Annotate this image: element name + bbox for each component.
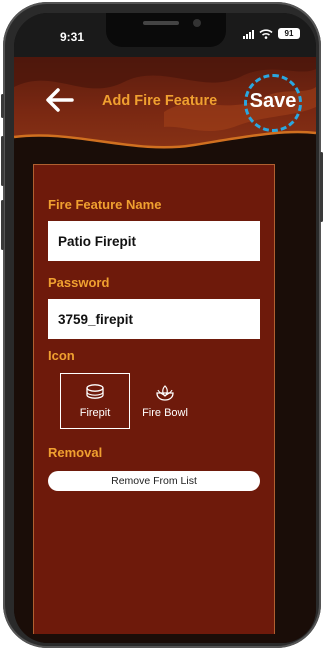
battery-icon: 91: [278, 28, 300, 39]
volume-up-button: [1, 136, 4, 186]
icon-option-fire-bowl[interactable]: Fire Bowl: [130, 373, 200, 429]
icon-label: Icon: [48, 348, 75, 363]
power-button: [320, 152, 323, 222]
volume-down-button: [1, 200, 4, 250]
notch: [106, 13, 226, 47]
arrow-left-icon[interactable]: [44, 87, 74, 113]
fire-feature-name-input[interactable]: [48, 221, 260, 261]
form-panel: Fire Feature Name Password Icon Firepit …: [33, 164, 275, 634]
speaker-grille: [143, 21, 179, 25]
icon-option-firepit[interactable]: Firepit: [60, 373, 130, 429]
status-time: 9:31: [60, 30, 85, 44]
save-button[interactable]: Save: [244, 81, 302, 121]
icon-option-label: Fire Bowl: [142, 407, 188, 419]
icon-option-label: Firepit: [79, 407, 111, 419]
name-label: Fire Feature Name: [48, 197, 162, 212]
password-label: Password: [48, 275, 110, 290]
front-camera: [193, 19, 201, 27]
fire-bowl-icon: [156, 385, 174, 401]
signal-icon: [243, 29, 254, 39]
password-input[interactable]: [48, 299, 260, 339]
status-icons: 91: [243, 28, 300, 39]
mute-switch: [1, 94, 4, 118]
removal-label: Removal: [48, 445, 103, 460]
page-title: Add Fire Feature: [102, 93, 218, 109]
firepit-icon: [86, 384, 104, 399]
status-bar: 9:31 91: [14, 13, 316, 57]
remove-from-list-button[interactable]: Remove From List: [48, 471, 260, 491]
wifi-icon: [259, 28, 273, 39]
